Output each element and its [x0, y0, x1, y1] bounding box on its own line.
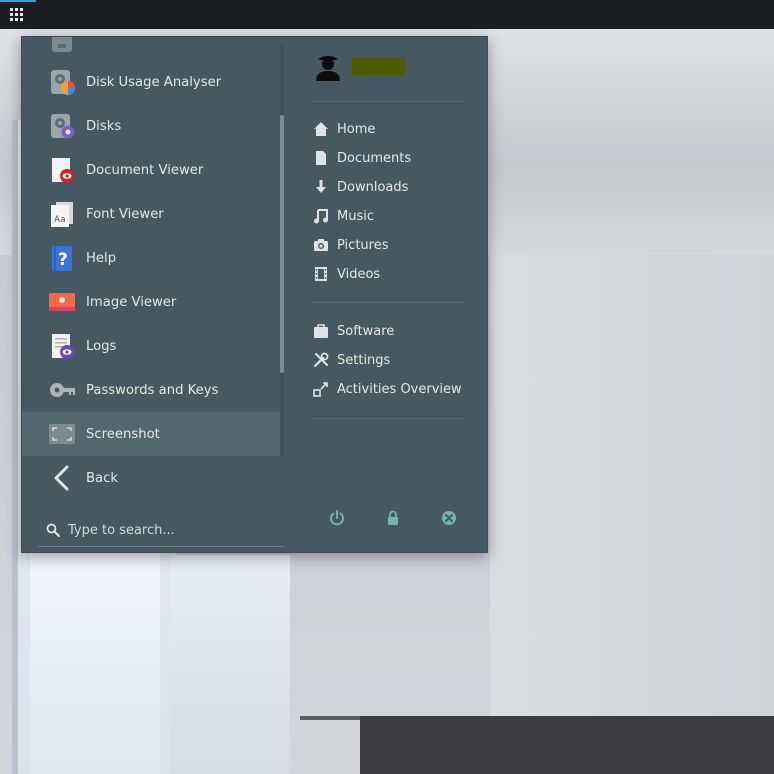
place-label: Videos	[337, 266, 381, 282]
app-label: Help	[86, 250, 117, 266]
user-name[interactable]	[352, 57, 405, 75]
system-activities-overview[interactable]: Activities Overview	[312, 378, 472, 400]
scrollbar-thumb[interactable]	[280, 115, 284, 373]
app-icon-partial	[52, 37, 72, 52]
app-item-disk-usage-analyser[interactable]: Disk Usage Analyser	[22, 60, 280, 104]
place-home[interactable]: Home	[312, 118, 472, 140]
svg-text:?: ?	[58, 250, 68, 270]
divider	[312, 418, 464, 419]
font-viewer-icon: Aa	[51, 202, 73, 227]
document-viewer-icon	[52, 158, 74, 183]
system-label: Activities Overview	[337, 381, 462, 397]
back-label: Back	[86, 470, 119, 486]
screenshot-icon	[49, 424, 75, 444]
app-label: Document Viewer	[86, 162, 204, 178]
search-box[interactable]	[38, 513, 284, 547]
user-avatar-icon[interactable]	[312, 49, 344, 81]
lock-icon[interactable]	[384, 509, 402, 527]
system-label: Software	[337, 323, 395, 339]
wallpaper-floor	[360, 716, 774, 774]
app-label: Screenshot	[86, 426, 160, 442]
place-label: Home	[337, 121, 376, 137]
system-label: Settings	[337, 352, 391, 368]
software-bag-icon	[314, 324, 328, 338]
document-icon	[316, 151, 326, 165]
help-icon: ?	[52, 246, 72, 271]
place-downloads[interactable]: Downloads	[312, 176, 472, 198]
settings-tools-icon	[313, 352, 329, 368]
disks-icon	[51, 114, 75, 139]
search-icon	[46, 523, 60, 537]
home-icon	[314, 122, 328, 136]
app-item-screenshot[interactable]: Screenshot	[22, 412, 280, 456]
divider	[312, 101, 464, 102]
top-bar	[0, 0, 774, 29]
app-label: Disks	[86, 118, 122, 134]
disk-usage-analyser-icon	[51, 70, 75, 95]
app-label: Passwords and Keys	[86, 382, 219, 398]
place-label: Pictures	[337, 237, 389, 253]
app-item-logs[interactable]: Logs	[22, 324, 280, 368]
app-label: Font Viewer	[86, 206, 164, 222]
back-button[interactable]: Back	[22, 456, 280, 499]
search-input[interactable]	[68, 519, 278, 541]
active-indicator	[0, 0, 36, 2]
film-icon	[315, 267, 327, 281]
passwords-and-keys-icon	[50, 383, 75, 397]
camera-icon	[314, 239, 328, 251]
app-label: Image Viewer	[86, 294, 177, 310]
system-software[interactable]: Software	[312, 320, 472, 342]
place-label: Documents	[337, 150, 412, 166]
app-label: Logs	[86, 338, 117, 354]
place-videos[interactable]: Videos	[312, 263, 472, 285]
place-pictures[interactable]: Pictures	[312, 234, 472, 256]
apps-grid-icon[interactable]	[10, 8, 24, 22]
app-item-font-viewer[interactable]: Aa Font Viewer	[22, 192, 280, 236]
app-label: Disk Usage Analyser	[86, 74, 222, 90]
divider	[312, 302, 464, 303]
app-item-document-viewer[interactable]: Document Viewer	[22, 148, 280, 192]
application-menu: Disk Usage Analyser Disks Document Viewe…	[21, 36, 488, 553]
wallpaper-wall-right	[490, 255, 774, 725]
system-settings[interactable]: Settings	[312, 349, 472, 371]
activities-overview-icon	[313, 382, 328, 397]
wallpaper-light-patch	[170, 555, 290, 774]
logout-icon[interactable]	[440, 509, 458, 527]
place-documents[interactable]: Documents	[312, 147, 472, 169]
app-item-image-viewer[interactable]: Image Viewer	[22, 280, 280, 324]
image-viewer-icon	[49, 293, 75, 311]
wallpaper-window-glass	[30, 540, 160, 774]
chevron-left-icon	[54, 465, 69, 491]
power-icon[interactable]	[328, 509, 346, 527]
logs-icon	[52, 334, 74, 359]
app-item-help[interactable]: ? Help	[22, 236, 280, 280]
place-music[interactable]: Music	[312, 205, 472, 227]
svg-text:Aa: Aa	[54, 215, 66, 225]
place-label: Downloads	[337, 179, 409, 195]
music-icon	[314, 209, 328, 224]
app-list-scrollbar[interactable]	[280, 43, 284, 457]
app-item-disks[interactable]: Disks	[22, 104, 280, 148]
app-item-passwords-and-keys[interactable]: Passwords and Keys	[22, 368, 280, 412]
place-label: Music	[337, 208, 374, 224]
app-list: Disk Usage Analyser Disks Document Viewe…	[22, 37, 280, 499]
download-icon	[316, 180, 326, 193]
